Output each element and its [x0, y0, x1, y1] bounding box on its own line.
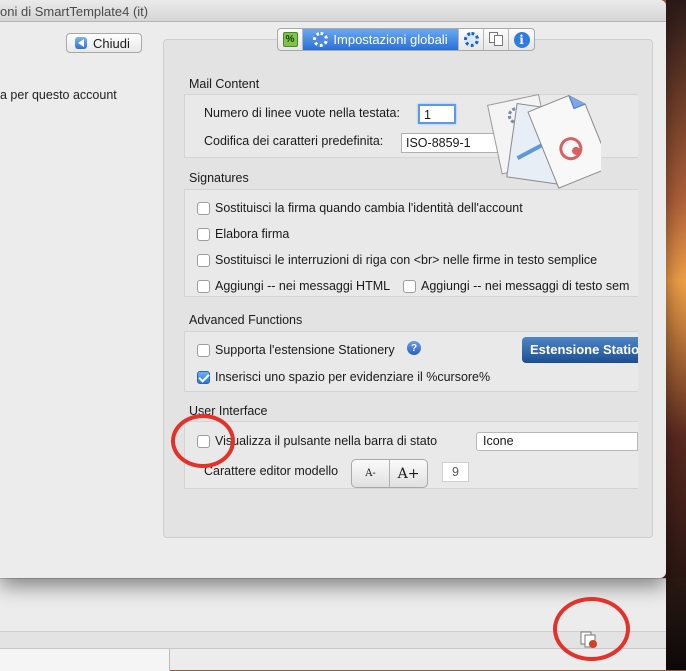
replace-signature-label: Sostituisci la firma quando cambia l'ide…: [215, 201, 523, 215]
settings-tabbar: % Impostazioni globali i: [277, 28, 535, 51]
window-title: oni di SmartTemplate4 (it): [0, 4, 149, 19]
tab-global-settings-label: Impostazioni globali: [333, 32, 448, 47]
insert-space-option[interactable]: Inserisci uno spazio per evidenziare il …: [197, 370, 490, 384]
font-size-value: 9: [442, 462, 469, 482]
settings-window: oni di SmartTemplate4 (it) Chiudi a per …: [0, 0, 666, 578]
process-signature-option[interactable]: Elabora firma: [197, 227, 289, 241]
replace-br-label: Sostituisci le interruzioni di riga con …: [215, 253, 598, 267]
help-icon[interactable]: ?: [407, 341, 421, 355]
annotation-circle: [171, 414, 235, 468]
tab-accounts[interactable]: [484, 29, 509, 50]
insert-space-label: Inserisci uno spazio per evidenziare il …: [215, 370, 491, 384]
font-larger-button[interactable]: A+: [390, 460, 427, 487]
stationery-support-option[interactable]: Supporta l'estensione Stationery: [197, 343, 395, 357]
close-button-label: Chiudi: [93, 35, 130, 51]
add-dashes-html-label: Aggiungi -- nei messaggi HTML: [215, 279, 391, 293]
back-arrow-icon: [75, 37, 87, 49]
multi-account-icon: [488, 32, 505, 47]
blank-lines-field[interactable]: 1: [418, 104, 456, 124]
replace-br-option[interactable]: Sostituisci le interruzioni di riga con …: [197, 253, 597, 267]
replace-signature-checkbox[interactable]: [197, 201, 210, 215]
background-pane: [0, 649, 170, 671]
add-dashes-plain-checkbox[interactable]: [403, 279, 416, 293]
mail-content-heading: Mail Content: [189, 77, 260, 91]
info-icon: i: [513, 31, 530, 48]
tab-advanced[interactable]: [459, 29, 484, 50]
stationery-support-label: Supporta l'estensione Stationery: [215, 343, 395, 357]
stationery-extension-button[interactable]: Estensione Station: [522, 337, 638, 363]
window-titlebar: oni di SmartTemplate4 (it): [0, 0, 666, 22]
replace-signature-option[interactable]: Sostituisci la firma quando cambia l'ide…: [197, 201, 523, 215]
process-signature-label: Elabora firma: [215, 227, 290, 241]
replace-br-checkbox[interactable]: [197, 253, 210, 267]
process-signature-checkbox[interactable]: [197, 227, 210, 241]
editor-font-label: Carattere editor modello: [204, 464, 339, 478]
gear-icon: [463, 32, 479, 47]
account-pane-text: a per questo account: [0, 88, 117, 102]
close-button[interactable]: Chiudi: [66, 33, 142, 53]
tab-info[interactable]: i: [509, 29, 534, 50]
tab-variables[interactable]: %: [278, 29, 303, 50]
stationery-support-checkbox[interactable]: [197, 343, 210, 357]
charset-label: Codifica dei caratteri predefinita:: [204, 134, 384, 148]
annotation-circle: [553, 597, 630, 661]
percent-icon: %: [282, 32, 298, 47]
add-dashes-html-checkbox[interactable]: [197, 279, 210, 293]
add-dashes-plain-option[interactable]: Aggiungi -- nei messaggi di testo sem: [403, 279, 638, 293]
add-dashes-html-option[interactable]: Aggiungi -- nei messaggi HTML: [197, 279, 390, 293]
documents-illustration-icon: [487, 93, 601, 189]
font-size-buttons: A- A+: [351, 459, 428, 488]
add-dashes-plain-label: Aggiungi -- nei messaggi di testo sem: [421, 279, 630, 293]
status-button-label: Visualizza il pulsante nella barra di st…: [215, 434, 438, 448]
signatures-heading: Signatures: [189, 171, 249, 185]
desktop-background: [666, 0, 686, 670]
gear-icon: [313, 32, 329, 47]
insert-space-checkbox[interactable]: [197, 370, 210, 384]
tab-global-settings[interactable]: Impostazioni globali: [303, 29, 459, 50]
blank-lines-label: Numero di linee vuote nella testata:: [204, 106, 400, 120]
advanced-functions-heading: Advanced Functions: [189, 313, 303, 327]
font-smaller-button[interactable]: A-: [352, 460, 390, 487]
status-display-select[interactable]: Icone: [476, 432, 638, 451]
